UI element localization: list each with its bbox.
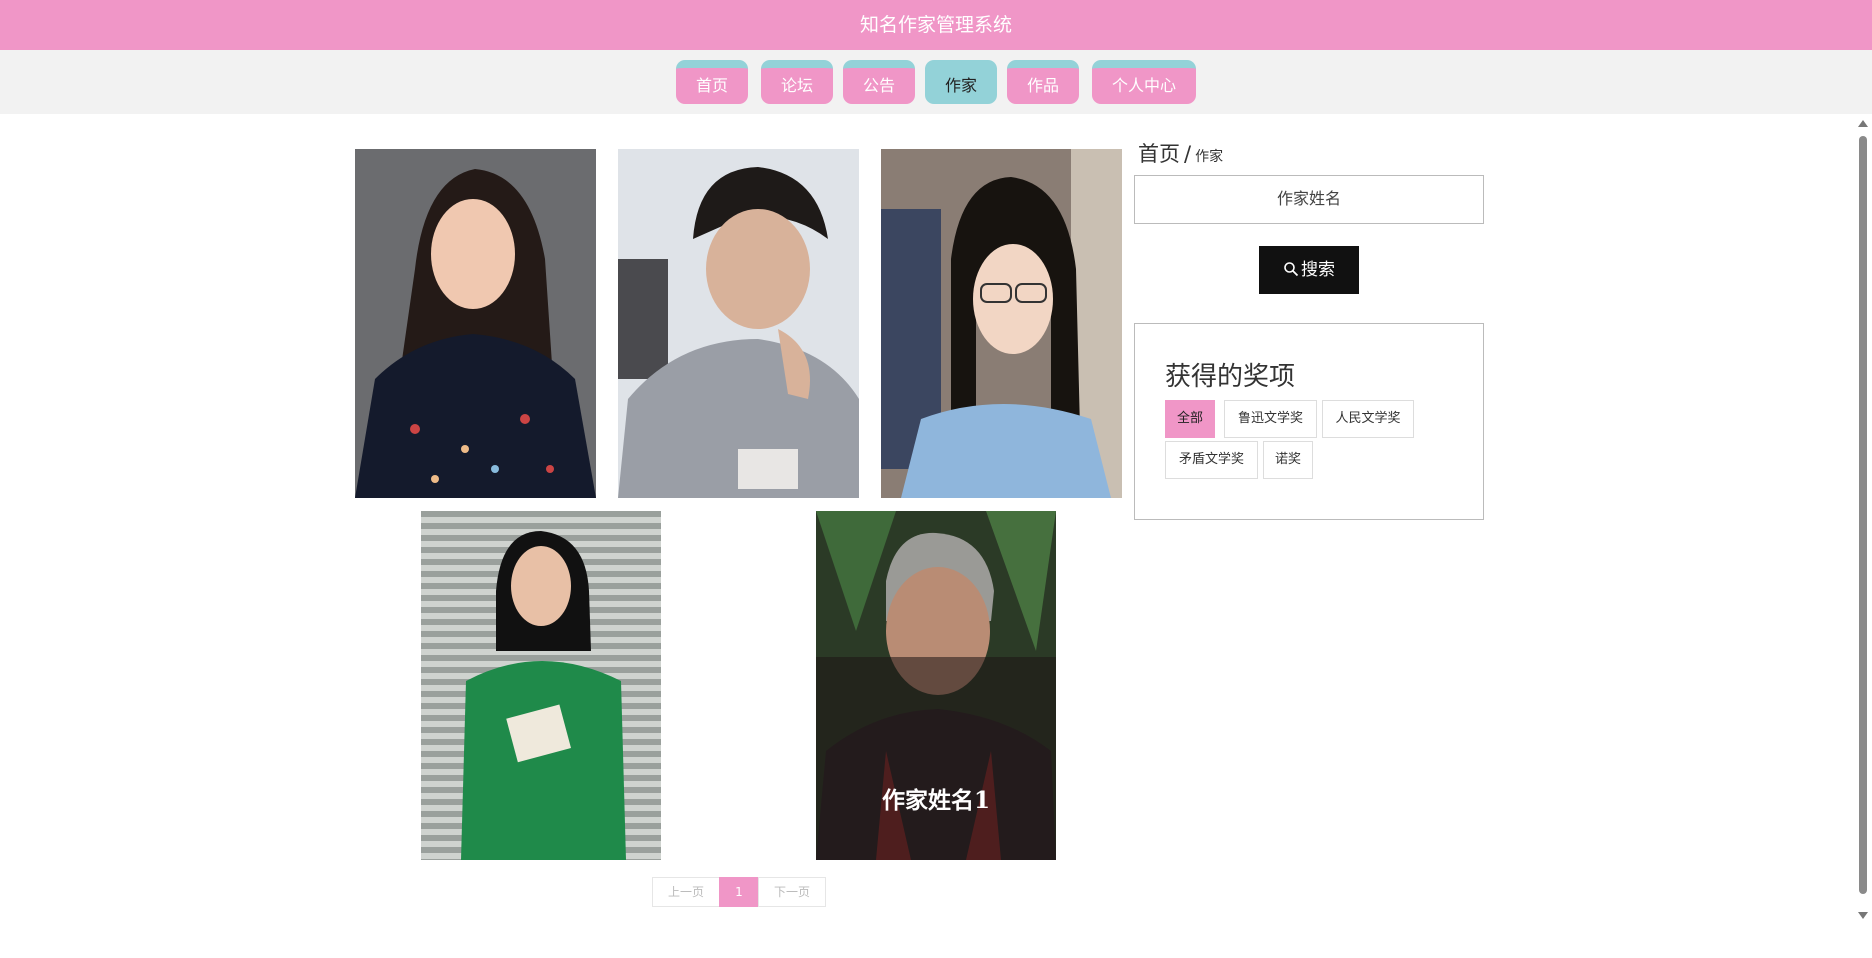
writer-photo-3 bbox=[881, 149, 1122, 498]
search-icon bbox=[1284, 262, 1299, 277]
writer-name-overlay bbox=[816, 657, 1056, 860]
nav-works[interactable]: 作品 bbox=[1007, 60, 1079, 104]
writer-photo-4 bbox=[421, 511, 661, 860]
writer-name: 作家姓名1 bbox=[881, 787, 990, 814]
nav-personal-center[interactable]: 个人中心 bbox=[1092, 60, 1196, 104]
writer-card-2[interactable] bbox=[618, 149, 859, 498]
nav-writers[interactable]: 作家 bbox=[925, 60, 997, 104]
breadcrumb-current: 作家 bbox=[1195, 149, 1224, 165]
search-button-label: 搜索 bbox=[1301, 260, 1335, 280]
writer-photo-1 bbox=[355, 149, 596, 498]
writer-card-5[interactable]: 作家姓名1 bbox=[816, 511, 1056, 860]
breadcrumb-separator: / bbox=[1184, 142, 1192, 166]
award-tag-luxun[interactable]: 鲁迅文学奖 bbox=[1224, 400, 1317, 438]
writer-card-3[interactable] bbox=[881, 149, 1122, 498]
writer-photo-2 bbox=[618, 149, 859, 498]
breadcrumb-home[interactable]: 首页 bbox=[1138, 142, 1180, 166]
prev-page-button[interactable]: 上一页 bbox=[652, 877, 720, 907]
award-tag-all[interactable]: 全部 bbox=[1165, 400, 1215, 438]
nav-home[interactable]: 首页 bbox=[676, 60, 748, 104]
scroll-up-icon[interactable] bbox=[1858, 120, 1868, 127]
awards-title: 获得的奖项 bbox=[1165, 362, 1296, 392]
award-tag-maodun[interactable]: 矛盾文学奖 bbox=[1165, 441, 1258, 479]
writer-name-search-input[interactable]: 作家姓名 bbox=[1134, 175, 1484, 224]
page-scrollbar[interactable] bbox=[1854, 114, 1872, 925]
awards-panel: 获得的奖项 全部 鲁迅文学奖 人民文学奖 矛盾文学奖 诺奖 bbox=[1134, 323, 1484, 520]
app-header: 知名作家管理系统 bbox=[0, 0, 1872, 50]
breadcrumb: 首页 / 作家 bbox=[1138, 138, 1223, 168]
next-page-button[interactable]: 下一页 bbox=[758, 877, 826, 907]
page-1-button[interactable]: 1 bbox=[719, 877, 759, 907]
writer-card-4[interactable] bbox=[421, 511, 661, 860]
scrollbar-thumb[interactable] bbox=[1859, 136, 1867, 894]
award-tag-nobel[interactable]: 诺奖 bbox=[1263, 441, 1313, 479]
writer-card-1[interactable] bbox=[355, 149, 596, 498]
main-nav: 首页 论坛 公告 作家 作品 个人中心 bbox=[0, 60, 1872, 105]
scroll-down-icon[interactable] bbox=[1858, 912, 1868, 919]
nav-forum[interactable]: 论坛 bbox=[761, 60, 833, 104]
search-button[interactable]: 搜索 bbox=[1259, 246, 1359, 294]
award-tag-people[interactable]: 人民文学奖 bbox=[1322, 400, 1414, 438]
app-title: 知名作家管理系统 bbox=[859, 14, 1012, 36]
nav-notice[interactable]: 公告 bbox=[843, 60, 915, 104]
